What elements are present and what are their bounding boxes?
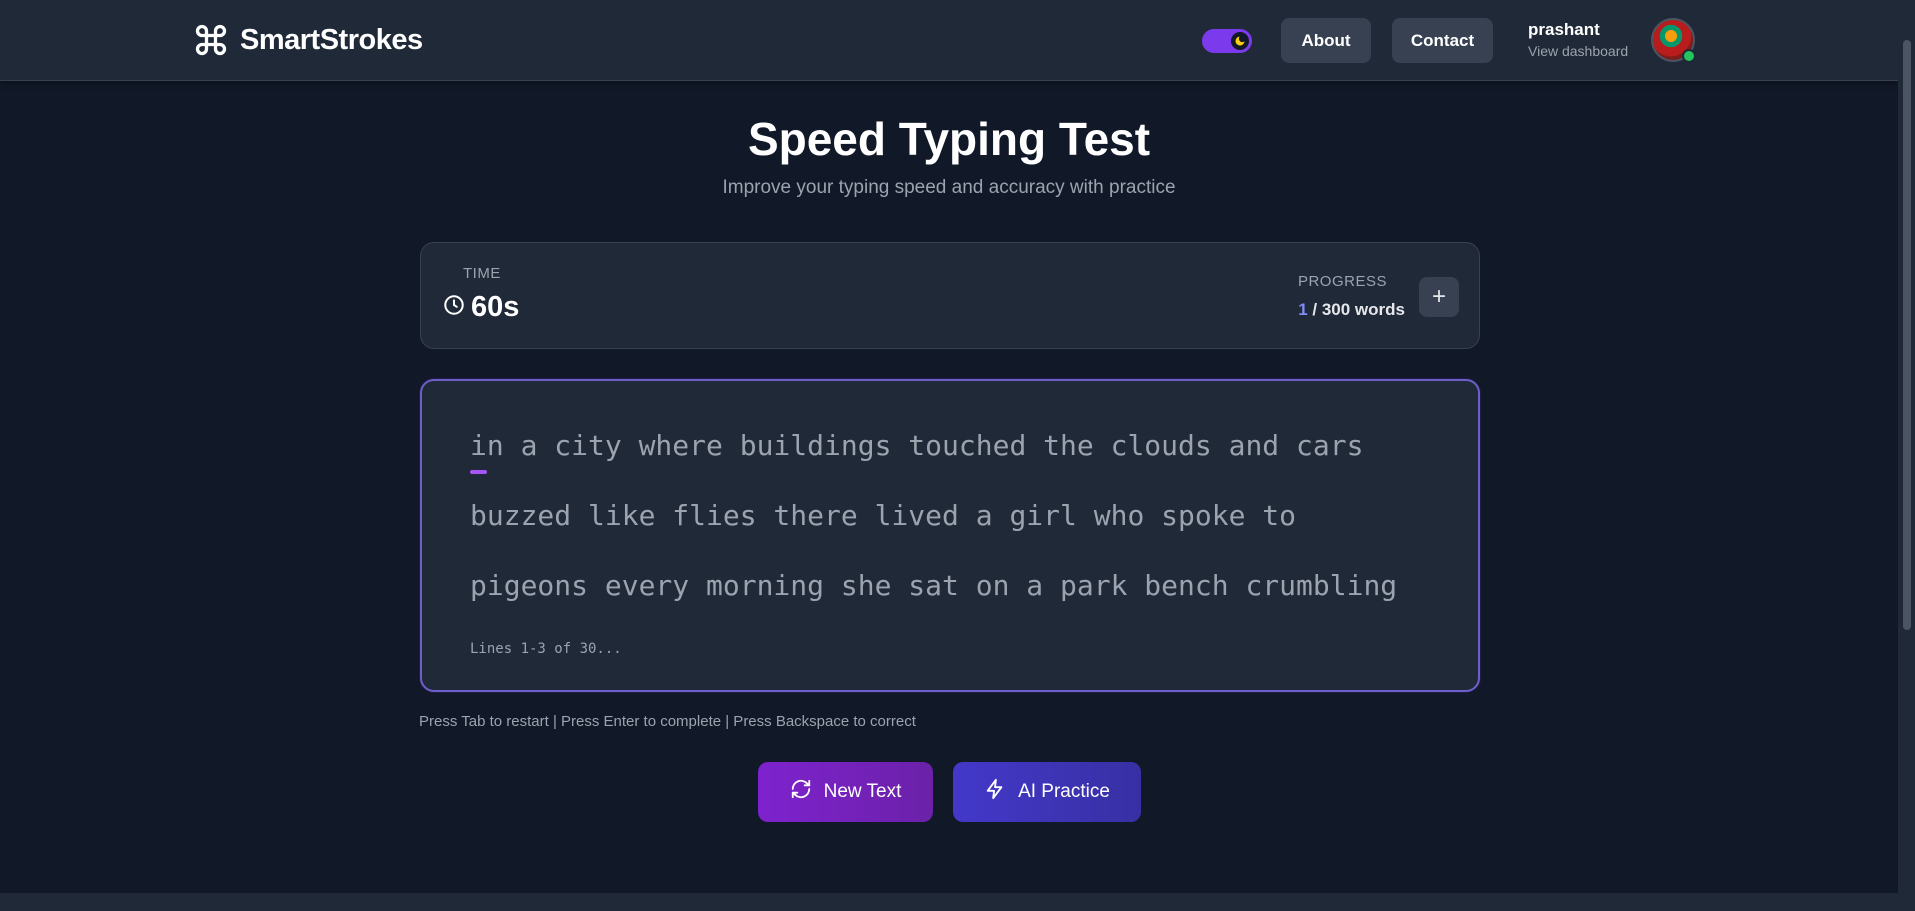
stats-card: TIME 60s PROGRESS 1 / 300 words + xyxy=(420,242,1480,349)
progress-current: 1 xyxy=(1298,300,1308,319)
add-button[interactable]: + xyxy=(1419,277,1459,317)
about-button[interactable]: About xyxy=(1281,18,1371,63)
typing-cursor xyxy=(470,470,487,474)
ai-practice-button[interactable]: AI Practice xyxy=(953,762,1141,822)
time-value: 60s xyxy=(471,291,520,323)
new-text-button[interactable]: New Text xyxy=(758,762,933,822)
user-name: prashant xyxy=(1528,20,1600,39)
page-subtitle: Improve your typing speed and accuracy w… xyxy=(722,177,1176,198)
command-icon xyxy=(192,21,230,59)
lightning-icon xyxy=(984,778,1006,806)
brand-logo[interactable]: SmartStrokes xyxy=(192,20,423,60)
progress-total: / 300 words xyxy=(1307,300,1405,319)
progress-label: PROGRESS xyxy=(1297,273,1387,290)
brand-name: SmartStrokes xyxy=(240,23,423,56)
footer-bar xyxy=(0,893,1898,911)
page-title: Speed Typing Test xyxy=(747,113,1151,165)
navbar: SmartStrokes About Contact prashant View… xyxy=(0,0,1898,81)
refresh-icon xyxy=(790,778,812,806)
typing-line-1: in a city where buildings touched the cl… xyxy=(470,429,1364,462)
progress-value: 1 / 300 words xyxy=(1298,300,1405,320)
clock-icon xyxy=(443,294,465,321)
scrollbar-thumb[interactable] xyxy=(1903,40,1911,630)
plus-icon: + xyxy=(1431,283,1446,310)
contact-button[interactable]: Contact xyxy=(1392,18,1493,63)
typing-line-3: pigeons every morning she sat on a park … xyxy=(470,569,1398,602)
user-menu[interactable]: prashant View dashboard xyxy=(1528,20,1628,59)
typing-area[interactable]: in a city where buildings touched the cl… xyxy=(420,379,1480,692)
lines-indicator: Lines 1-3 of 30... xyxy=(470,641,622,657)
time-label: TIME xyxy=(463,265,501,282)
time-display: 60s xyxy=(443,291,519,324)
view-dashboard-link[interactable]: View dashboard xyxy=(1528,43,1628,59)
new-text-label: New Text xyxy=(823,781,902,802)
ai-practice-label: AI Practice xyxy=(1018,781,1110,802)
typing-line-2: buzzed like flies there lived a girl who… xyxy=(470,499,1297,532)
theme-toggle[interactable] xyxy=(1202,29,1252,53)
moon-icon xyxy=(1231,32,1249,50)
keyboard-hint: Press Tab to restart | Press Enter to co… xyxy=(419,713,916,730)
online-status-dot xyxy=(1682,49,1696,63)
